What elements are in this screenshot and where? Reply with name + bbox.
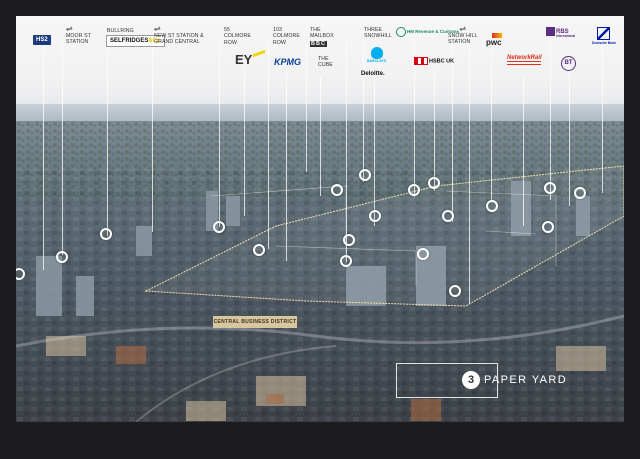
- location-pin[interactable]: [253, 244, 265, 256]
- leader-line: [569, 71, 570, 206]
- moor-st-station-label: ⇌ MOOR ST STATION: [66, 24, 91, 46]
- ey-logo: EY: [235, 49, 266, 67]
- location-pin[interactable]: [544, 182, 556, 194]
- leader-line: [602, 48, 603, 193]
- hexagon-icon: [414, 57, 428, 65]
- location-pin[interactable]: [100, 228, 112, 240]
- location-pin[interactable]: [574, 187, 586, 199]
- leader-line: [286, 71, 287, 261]
- leader-line: [152, 42, 153, 232]
- 55-colmore-row-label: 55 COLMORE ROW: [224, 27, 251, 46]
- kpmg-logo: KPMG: [274, 57, 301, 67]
- crest-icon: [396, 27, 406, 37]
- leader-line: [374, 76, 375, 226]
- location-pin[interactable]: [340, 255, 352, 267]
- leader-line: [523, 76, 524, 226]
- rail-icon: ⇌: [66, 24, 73, 33]
- rbs-logo: RBS International: [546, 27, 575, 38]
- location-pin[interactable]: [417, 248, 429, 260]
- tracks-icon: [507, 61, 541, 65]
- leader-line: [414, 42, 415, 197]
- barclays-logo: BARCLAYS: [367, 47, 386, 63]
- bbc-logo: BBC: [310, 41, 327, 47]
- leader-line: [107, 52, 108, 236]
- rail-icon: ⇌: [459, 24, 467, 33]
- three-snowhill-label: THREE SNOWHILL: [364, 27, 392, 40]
- leader-line: [363, 42, 364, 182]
- rail-icon: ⇌: [154, 24, 161, 33]
- location-pin[interactable]: [213, 221, 225, 233]
- leader-line: [62, 42, 63, 255]
- leader-line: [244, 66, 245, 216]
- deloitte-logo: Deloitte.: [361, 71, 385, 77]
- leader-line: [320, 76, 321, 196]
- location-pin[interactable]: [486, 200, 498, 212]
- slash-box-icon: [597, 27, 611, 40]
- location-pin[interactable]: [343, 234, 355, 246]
- eagle-icon: [370, 47, 383, 59]
- location-pin[interactable]: [408, 184, 420, 196]
- bullring-label: BULLRING: [107, 28, 134, 34]
- leader-line: [452, 42, 453, 222]
- aerial-map-panel: HS2 ⇌ MOOR ST STATION BULLRING SELFRIDGE…: [16, 16, 624, 422]
- leader-line: [491, 42, 492, 202]
- leader-line: [43, 42, 44, 270]
- snow-hill-station-label: ⇌ SNOW HILL STATION: [448, 24, 478, 46]
- location-pin[interactable]: [442, 210, 454, 222]
- location-pin[interactable]: [542, 221, 554, 233]
- 103-colmore-row-label: 103 COLMORE ROW: [273, 27, 300, 46]
- network-rail-logo: NetworkRail: [507, 55, 542, 65]
- location-pin[interactable]: [428, 177, 440, 189]
- the-cube-label: THE CUBE: [318, 56, 333, 69]
- location-pin[interactable]: [369, 210, 381, 222]
- hs2-logo: HS2: [33, 28, 51, 46]
- rbs-mark-icon: [546, 27, 555, 36]
- pwc-logo: pwc: [486, 33, 502, 47]
- leader-line: [219, 42, 220, 227]
- new-st-station-label: ⇌ NEW ST STATION & GRAND CENTRAL: [154, 24, 204, 46]
- central-business-district-tag: CENTRAL BUSINESS DISTRICT: [213, 316, 297, 328]
- bt-logo: BT: [561, 56, 576, 71]
- hsbc-logo: HSBC UK: [414, 57, 454, 65]
- leader-line: [550, 42, 551, 200]
- location-pin[interactable]: [449, 285, 461, 297]
- the-mailbox-label: THE MAILBOX: [310, 27, 334, 40]
- leader-line: [346, 42, 347, 262]
- paper-yard-badge: 3: [462, 371, 480, 389]
- leader-line: [469, 42, 470, 304]
- leader-line: [268, 42, 269, 249]
- paper-yard-marker[interactable]: 3 PAPER YARD: [462, 368, 567, 392]
- leader-line: [306, 42, 307, 172]
- hs2-mark: HS2: [33, 35, 51, 45]
- location-pin[interactable]: [56, 251, 68, 263]
- location-pin[interactable]: [359, 169, 371, 181]
- paper-yard-name: PAPER YARD: [484, 374, 568, 386]
- location-pin[interactable]: [331, 184, 343, 196]
- deutsche-bank-logo: Deutsche Bank: [592, 27, 616, 45]
- leader-line: [434, 71, 435, 191]
